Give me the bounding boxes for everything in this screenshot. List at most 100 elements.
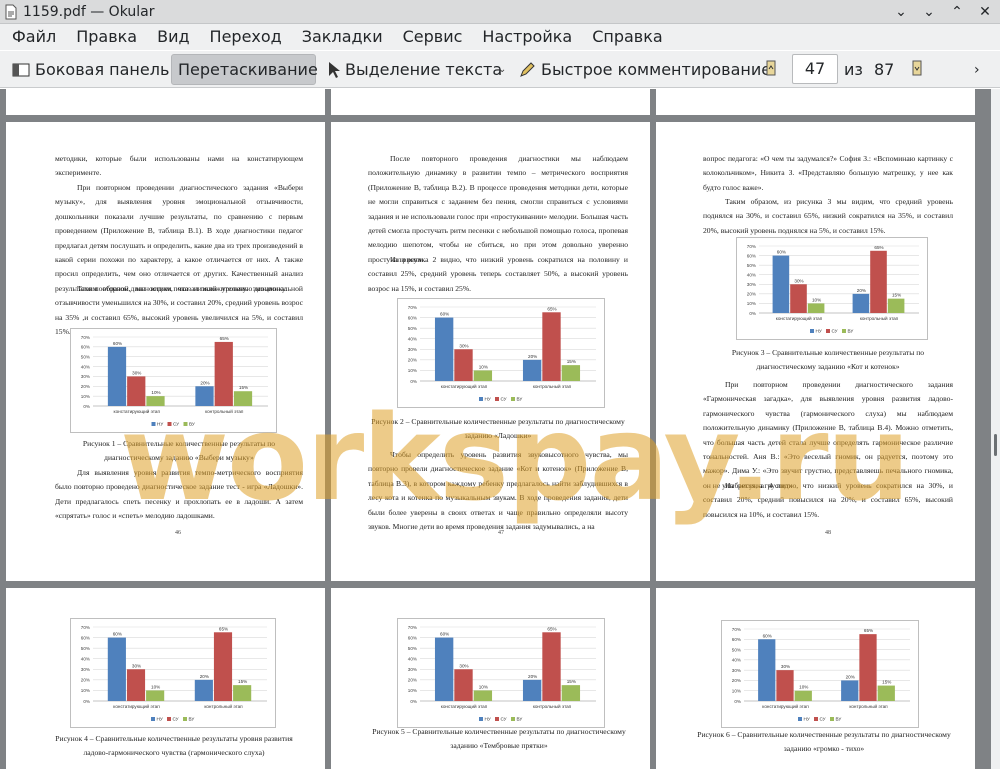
menu-settings[interactable]: Настройка	[470, 24, 580, 50]
legend-label: НУ	[804, 717, 810, 722]
y-tick-label: 0%	[749, 311, 756, 316]
next-page-button[interactable]	[906, 54, 930, 85]
legend-swatch	[511, 717, 515, 721]
p47-paragraph-1: После повторного проведения диагностики …	[368, 154, 628, 264]
pen-icon	[518, 61, 536, 79]
y-tick-label: 30%	[408, 347, 417, 352]
document-view[interactable]: методики, которые были использованы нами…	[0, 89, 991, 769]
category-label: констатирующий этап	[441, 383, 488, 389]
y-tick-label: 20%	[81, 678, 90, 683]
p48-paragraph-2: Таким образом, из рисунка 3 мы видим, чт…	[703, 197, 953, 235]
data-label: 60%	[113, 341, 122, 346]
page-of-label: из	[838, 54, 869, 85]
data-label: 60%	[440, 632, 449, 637]
chart-figure-6: 0% 10% 20% 30% 40% 50% 60% 70% 60% 30% 10% констати…	[721, 620, 919, 728]
data-label: 20%	[846, 674, 855, 679]
menu-view[interactable]: Вид	[145, 24, 197, 50]
bar	[522, 359, 542, 381]
legend-label: НУ	[485, 717, 491, 722]
y-tick-label: 50%	[408, 646, 417, 651]
y-tick-label: 10%	[408, 688, 417, 693]
menu-edit[interactable]: Правка	[64, 24, 145, 50]
chevron-right-icon: ›	[974, 61, 980, 78]
close-button[interactable]: ✕	[976, 3, 994, 21]
y-tick-label: 30%	[747, 282, 756, 287]
keep-above-icon[interactable]: ⌄	[892, 3, 910, 21]
data-label: 30%	[459, 343, 468, 348]
sidebar-button[interactable]: Боковая панель	[6, 54, 175, 85]
p48-paragraph-4: Из рисунка 4 видно, что низкий уровень с…	[703, 481, 953, 519]
page-total: 87	[868, 54, 900, 85]
quick-annotate-button[interactable]: Быстрое комментирование	[512, 54, 777, 85]
y-tick-label: 70%	[81, 625, 90, 630]
toolbar-overflow-button[interactable]: ›	[968, 54, 992, 85]
category-label: контрольный этап	[205, 408, 244, 414]
legend-swatch	[810, 329, 814, 333]
chart-svg: 0% 10% 20% 30% 40% 50% 60% 70% 60% 30% 10% констати…	[408, 305, 596, 402]
legend-label: НУ	[157, 717, 163, 722]
menu-file[interactable]: Файл	[0, 24, 64, 50]
bar	[790, 284, 807, 313]
text-select-label: Выделение текста	[345, 60, 503, 79]
data-label: 30%	[132, 370, 141, 375]
y-tick-label: 0%	[410, 379, 417, 384]
maximize-button[interactable]: ⌃	[948, 3, 966, 21]
page-49: 0% 10% 20% 30% 40% 50% 60% 70% 60% 30% 10% констати…	[6, 588, 325, 769]
page-number-input[interactable]: 47	[792, 54, 838, 84]
bar	[561, 365, 581, 381]
data-label: 30%	[781, 664, 790, 669]
bar	[454, 669, 473, 701]
data-label: 30%	[132, 663, 141, 668]
bar	[887, 298, 905, 313]
p48-caption: Рисунок 3 – Сравнительные количественные…	[731, 348, 925, 372]
y-tick-label: 60%	[81, 345, 90, 350]
legend-label: СУ	[501, 397, 507, 402]
y-tick-label: 10%	[81, 688, 90, 693]
y-tick-label: 10%	[747, 301, 756, 306]
y-tick-label: 20%	[81, 384, 90, 389]
scrollbar-thumb[interactable]	[994, 434, 997, 456]
window-title: 1159.pdf — Okular	[23, 4, 155, 20]
bar	[794, 690, 812, 701]
data-label: 20%	[857, 288, 866, 293]
legend-swatch	[495, 397, 499, 401]
menu-tools[interactable]: Сервис	[391, 24, 471, 50]
select-mode-dropdown[interactable]: ⌄	[492, 54, 512, 85]
category-label: констатирующий этап	[762, 703, 809, 709]
text-select-button[interactable]: Выделение текста	[322, 54, 508, 85]
bar	[542, 632, 561, 701]
p47-caption: Рисунок 2 – Сравнительные количественные…	[371, 417, 625, 441]
bar	[126, 669, 146, 701]
data-label: 30%	[459, 663, 468, 668]
category-label: контрольный этап	[533, 383, 572, 389]
bar	[841, 680, 859, 701]
minimize-button[interactable]: ⌄	[920, 3, 938, 21]
legend-label: СУ	[832, 329, 838, 334]
chart-svg: 0% 10% 20% 30% 40% 50% 60% 70% 60% 30% 10% констати…	[81, 335, 268, 427]
legend-swatch	[826, 329, 830, 333]
chart-svg: 0% 10% 20% 30% 40% 50% 60% 70% 60% 30% 10% констати…	[408, 625, 596, 722]
bar	[473, 370, 493, 381]
y-tick-label: 70%	[747, 244, 756, 249]
menu-go[interactable]: Переход	[198, 24, 290, 50]
bar	[473, 690, 493, 701]
next-page-icon	[912, 60, 922, 80]
bar	[758, 639, 776, 701]
menu-bookmarks[interactable]: Закладки	[290, 24, 391, 50]
legend-label: СУ	[820, 717, 826, 722]
drag-mode-button[interactable]: Перетаскивание	[171, 54, 318, 85]
prev-page-button[interactable]	[760, 54, 784, 85]
vertical-scrollbar[interactable]	[991, 89, 1000, 769]
bar	[807, 303, 825, 313]
y-tick-label: 50%	[81, 646, 90, 651]
legend-swatch	[151, 422, 156, 426]
quick-annotate-label: Быстрое комментирование	[541, 60, 772, 79]
menu-help[interactable]: Справка	[580, 24, 671, 50]
menu-bar: Файл Правка Вид Переход Закладки Сервис …	[0, 24, 1000, 50]
y-tick-label: 70%	[81, 335, 90, 340]
bar	[127, 376, 146, 406]
data-label: 20%	[200, 674, 209, 679]
page-48: вопрос педагога: «О чем ты задумался?» С…	[656, 122, 975, 581]
category-label: констатирующий этап	[113, 703, 160, 709]
p51-caption: Рисунок 6 – Сравнительные количественные…	[697, 730, 951, 754]
